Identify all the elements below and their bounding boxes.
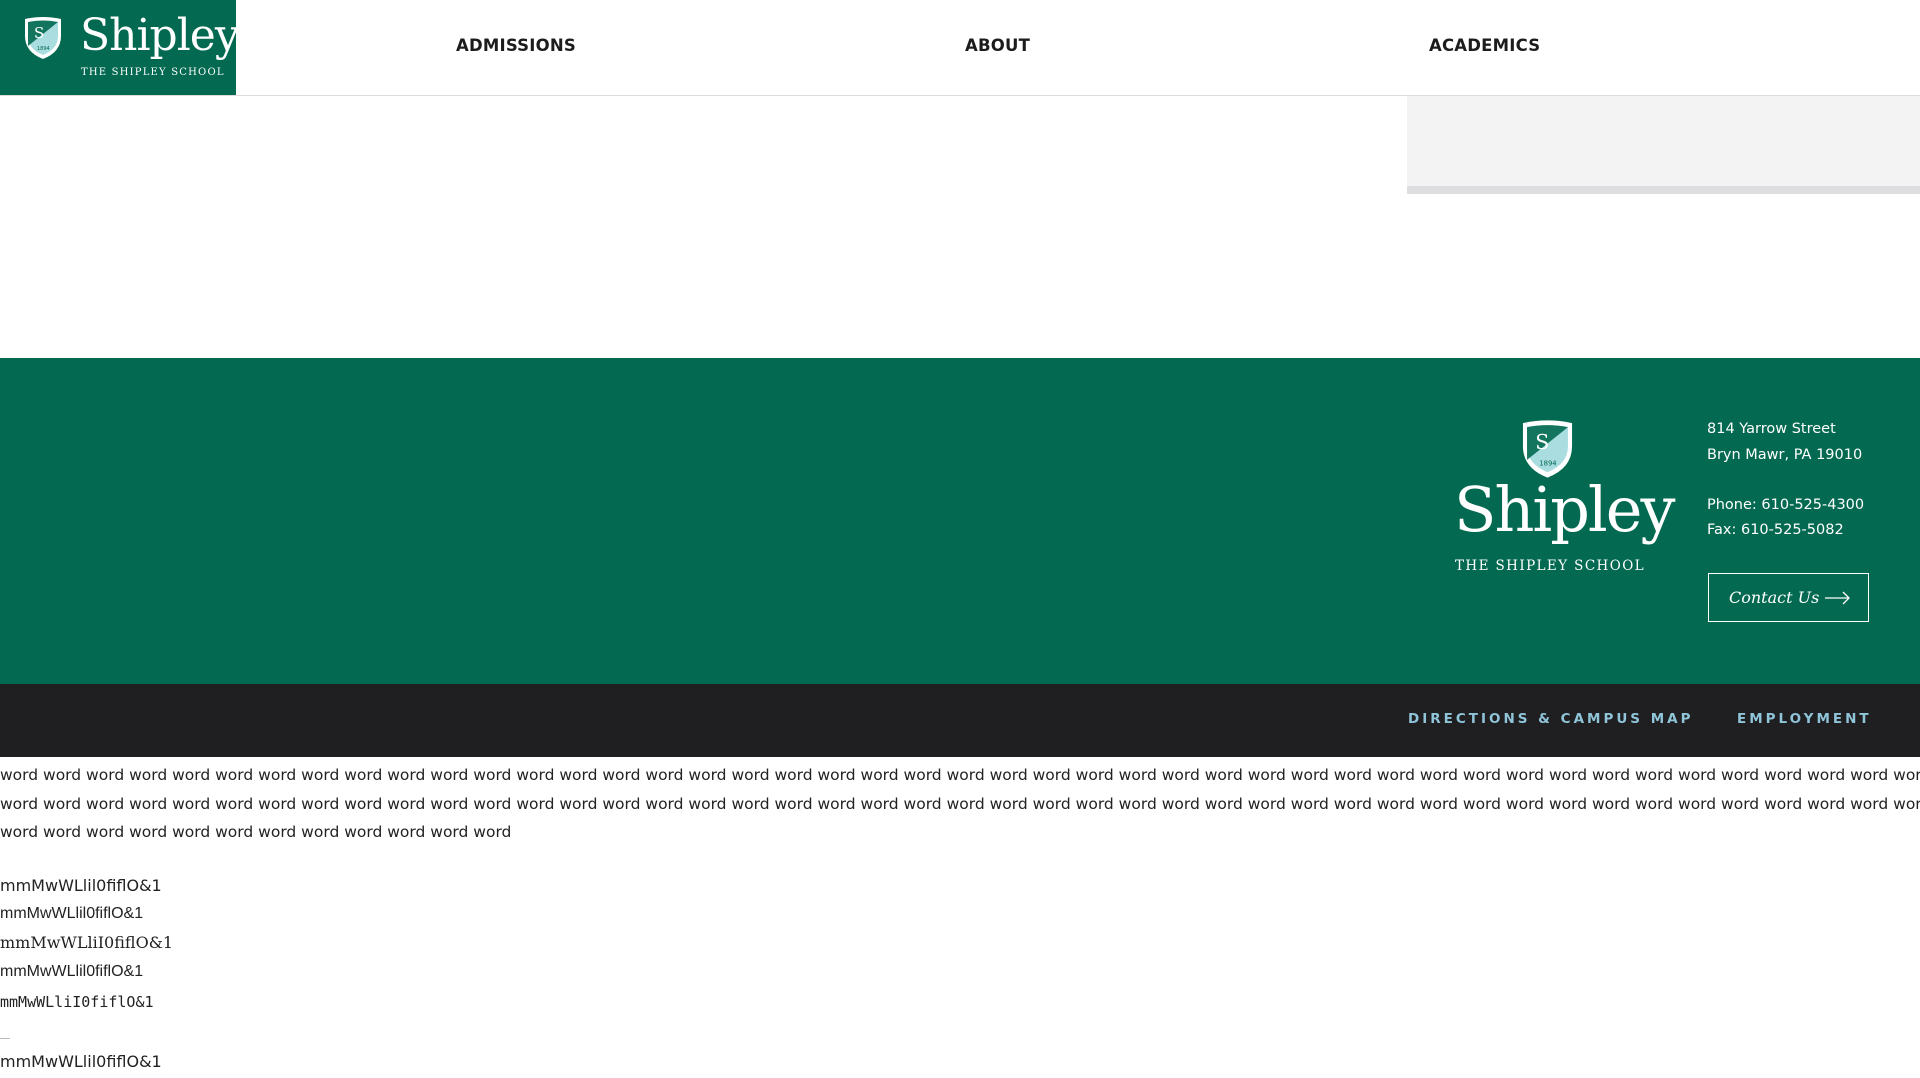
contact-us-label: Contact Us [1729, 588, 1820, 607]
nav-academics[interactable]: ACADEMICS [1429, 36, 1540, 55]
site-header: S 1894 Shipley THE SHIPLEY SCHOOL ADMISS… [0, 0, 1920, 96]
footer-utility-bar: DIRECTIONS & CAMPUS MAP EMPLOYMENT [0, 684, 1920, 757]
font-sample: mmMwWLliI0fiflO&1 [0, 993, 154, 1011]
site-footer: S 1894 Shipley THE SHIPLEY SCHOOL 814 Ya… [0, 358, 1920, 684]
svg-text:S: S [34, 24, 44, 42]
font-sample: mmMwWLlil0fiflO&1 [0, 876, 162, 895]
divider [0, 1038, 10, 1039]
word-line: word word word word word word word word … [0, 794, 1920, 813]
word-line: word word word word word word word word … [0, 766, 1920, 784]
footer-logo-wordmark[interactable]: Shipley [1454, 474, 1675, 546]
word-test-paragraph: word word word word word word word word … [0, 761, 1920, 847]
nav-about[interactable]: ABOUT [965, 36, 1030, 55]
address-city: Bryn Mawr, PA 19010 [1707, 447, 1863, 463]
shield-crest-icon: S 1894 [1522, 420, 1573, 478]
logo-subtitle: THE SHIPLEY SCHOOL [81, 67, 225, 78]
shield-crest-icon: S 1894 [25, 17, 61, 59]
phone-number[interactable]: Phone: 610-525-4300 [1707, 497, 1864, 513]
address-street: 814 Yarrow Street [1707, 421, 1836, 437]
font-sample: mmMwWLlil0fiflO&1 [0, 963, 144, 980]
nav-admissions[interactable]: ADMISSIONS [456, 36, 576, 55]
header-logo[interactable]: S 1894 Shipley THE SHIPLEY SCHOOL [0, 0, 240, 95]
contact-us-button[interactable]: Contact Us [1708, 573, 1869, 622]
word-line: word word word word word word word word … [0, 823, 512, 841]
svg-text:S: S [1535, 430, 1549, 454]
svg-text:1894: 1894 [1539, 459, 1556, 467]
font-sample: mmMwWLliI0fiflO&1 [0, 933, 174, 952]
font-sample: mmMwWLlil0fiflO&1 [0, 905, 144, 922]
arrow-right-icon [1825, 591, 1850, 605]
footer-logo-subtitle: THE SHIPLEY SCHOOL [1455, 558, 1646, 574]
directions-link[interactable]: DIRECTIONS & CAMPUS MAP [1408, 711, 1694, 727]
svg-text:1894: 1894 [37, 46, 50, 52]
dropdown-panel [1407, 96, 1920, 194]
font-sample: mmMwWLlil0fiflO&1 [0, 1052, 162, 1071]
fax-number: Fax: 610-525-5082 [1707, 522, 1844, 538]
employment-link[interactable]: EMPLOYMENT [1737, 711, 1872, 727]
logo-wordmark: Shipley [80, 10, 240, 61]
